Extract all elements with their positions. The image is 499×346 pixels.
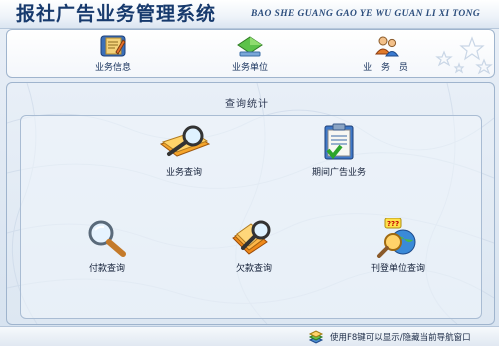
app-window: 报社广告业务管理系统 BAO SHE GUANG GAO YE WU GUAN … (0, 0, 499, 346)
magnifier-folder-icon (159, 125, 211, 157)
svg-text:???: ??? (387, 220, 399, 228)
title-bar: 报社广告业务管理系统 BAO SHE GUANG GAO YE WU GUAN … (0, 0, 499, 29)
app-subtitle: BAO SHE GUANG GAO YE WU GUAN LI XI TONG (251, 9, 481, 19)
period-ad-business-label: 期间广告业务 (311, 168, 366, 178)
query-statistics-group-label: 查询统计 (225, 99, 269, 110)
nav-business-info-button[interactable]: 业务信息 (78, 32, 148, 75)
publisher-unit-query-label: 刊登单位查询 (370, 264, 425, 274)
business-query-label: 业务查询 (165, 168, 202, 178)
clipboard-check-icon (324, 123, 354, 160)
stack-icon (308, 330, 324, 344)
period-ad-business-button[interactable]: 期间广告业务 (284, 122, 394, 178)
nav-salesperson-label: 业 务 员 (363, 63, 411, 73)
business-query-button[interactable]: 业务查询 (129, 122, 239, 178)
green-diamond-icon (237, 36, 263, 57)
nav-business-unit-button[interactable]: 业务单位 (215, 32, 285, 75)
nav-panel: 业务信息 业务单位 业 务 员 (6, 29, 495, 78)
people-icon (375, 36, 399, 57)
main-frame: 查询统计 业务查询 期间广告业务 付款查询 欠款查询 ??? 刊登单位查询 (6, 82, 495, 325)
payment-query-label: 付款查询 (88, 264, 125, 274)
nav-business-info-label: 业务信息 (94, 63, 131, 73)
magnifier-books-icon (232, 220, 271, 255)
star-decoration-icon (435, 36, 493, 75)
status-hint-text: 使用F8键可以显示/隐藏当前导航窗口 (330, 333, 471, 343)
magnifier-icon (88, 220, 126, 257)
nav-salesperson-button[interactable]: 业 务 员 (352, 32, 422, 75)
arrears-query-label: 欠款查询 (235, 264, 272, 274)
magnifier-globe-icon: ??? (377, 218, 416, 258)
app-title: 报社广告业务管理系统 (16, 3, 217, 25)
status-bar: 使用F8键可以显示/隐藏当前导航窗口 (0, 326, 499, 346)
notebook-pencil-icon (100, 35, 126, 57)
query-statistics-group: 业务查询 期间广告业务 付款查询 欠款查询 ??? 刊登单位查询 (20, 115, 482, 319)
publisher-unit-query-button[interactable]: ??? 刊登单位查询 (343, 218, 453, 274)
nav-business-unit-label: 业务单位 (231, 63, 268, 73)
payment-query-button[interactable]: 付款查询 (57, 218, 157, 274)
arrears-query-button[interactable]: 欠款查询 (199, 218, 309, 274)
